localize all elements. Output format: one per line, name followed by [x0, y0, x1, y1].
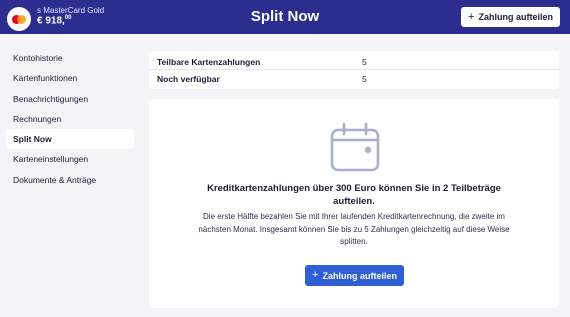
- split-payment-button-label: Zahlung aufteilen: [322, 270, 397, 281]
- sidebar-item-benachrichtigungen[interactable]: Benachrichtigungen: [6, 89, 134, 109]
- sidebar-item-kontohistorie[interactable]: Kontohistorie: [6, 48, 134, 68]
- sidebar-item-rechnungen[interactable]: Rechnungen: [6, 109, 134, 129]
- info-description: Die erste Hälfte bezahlen Sie mit Ihrer …: [198, 212, 510, 246]
- calendar-icon: [330, 122, 380, 172]
- row-value: 5: [362, 74, 367, 84]
- table-row: Teilbare Kartenzahlungen 5: [149, 53, 559, 70]
- sidebar-nav: Kontohistorie Kartenfunktionen Benachric…: [6, 48, 134, 190]
- top-bar: s MasterCard Gold € 918,00 Split Now + Z…: [0, 0, 570, 34]
- sidebar-item-kartenfunktionen[interactable]: Kartenfunktionen: [6, 68, 134, 88]
- sidebar-item-split-now[interactable]: Split Now: [6, 129, 134, 150]
- table-row: Noch verfügbar 5: [149, 70, 559, 87]
- split-payment-header-button-label: Zahlung aufteilen: [478, 12, 553, 22]
- plus-icon: +: [468, 10, 475, 23]
- split-now-info-card: Kreditkartenzahlungen über 300 Euro könn…: [149, 99, 559, 308]
- plus-icon: +: [312, 269, 319, 281]
- split-payment-button[interactable]: + Zahlung aufteilen: [305, 265, 404, 286]
- row-label: Teilbare Kartenzahlungen: [157, 57, 261, 67]
- sidebar-item-dokumente-antraege[interactable]: Dokumente & Anträge: [6, 170, 134, 190]
- split-payment-header-button[interactable]: + Zahlung aufteilen: [461, 7, 560, 27]
- row-value: 5: [362, 57, 367, 67]
- split-info-table: Teilbare Kartenzahlungen 5 Noch verfügba…: [149, 51, 559, 89]
- info-headline: Kreditkartenzahlungen über 300 Euro könn…: [207, 183, 501, 207]
- row-label: Noch verfügbar: [157, 74, 220, 84]
- sidebar-item-karteneinstellungen[interactable]: Karteneinstellungen: [6, 149, 134, 169]
